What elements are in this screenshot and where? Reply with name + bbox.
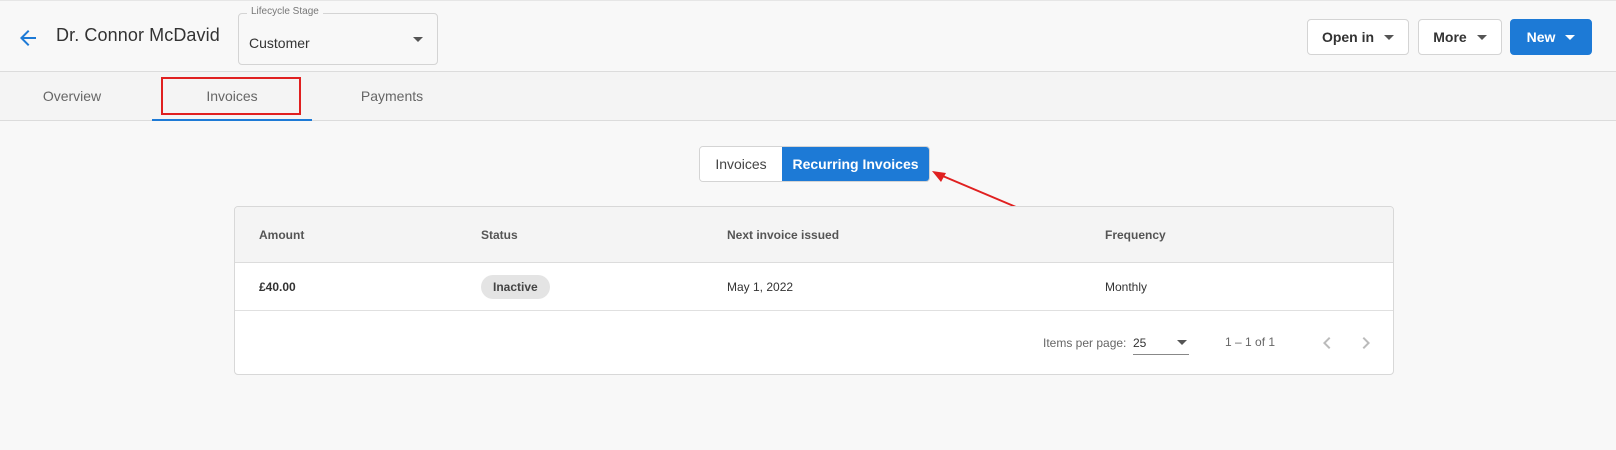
new-button[interactable]: New	[1510, 19, 1592, 55]
caret-down-icon	[1384, 34, 1395, 40]
more-button[interactable]: More	[1418, 19, 1502, 55]
caret-down-icon	[1476, 34, 1487, 40]
column-header-status[interactable]: Status	[481, 228, 518, 242]
chevron-left-icon[interactable]	[1315, 331, 1339, 355]
column-header-frequency[interactable]: Frequency	[1105, 228, 1166, 242]
frequency-cell: Monthly	[1105, 280, 1148, 294]
amount-cell: £40.00	[259, 280, 296, 294]
table-row[interactable]: £40.00 Inactive May 1, 2022 Monthly	[235, 263, 1393, 311]
column-header-amount[interactable]: Amount	[259, 228, 304, 242]
invoices-toggle-button[interactable]: Invoices	[700, 147, 782, 181]
caret-down-icon	[1177, 340, 1187, 345]
open-in-label: Open in	[1321, 29, 1375, 45]
tab-bar: Overview Invoices Payments	[0, 72, 1616, 121]
table-header: Amount Status Next invoice issued Freque…	[235, 207, 1393, 263]
paginator: Items per page: 25 1 – 1 of 1	[235, 311, 1393, 374]
items-per-page-label: Items per page:	[1043, 336, 1127, 350]
recurring-invoices-toggle-button[interactable]: Recurring Invoices	[782, 147, 929, 181]
red-arrow-annotation	[932, 171, 1017, 208]
invoice-type-toggle: Invoices Recurring Invoices	[699, 146, 930, 182]
items-per-page-select[interactable]: 25	[1133, 331, 1189, 355]
top-bar: Dr. Connor McDavid Lifecycle Stage Custo…	[0, 0, 1616, 72]
tab-overview[interactable]: Overview	[20, 72, 124, 120]
lifecycle-stage-value: Customer	[249, 35, 310, 51]
tab-payments[interactable]: Payments	[312, 72, 472, 120]
page-range-label: 1 – 1 of 1	[1225, 335, 1276, 349]
chevron-down-icon	[413, 37, 423, 42]
chevron-right-icon[interactable]	[1354, 331, 1378, 355]
lifecycle-stage-select[interactable]: Lifecycle Stage Customer	[238, 6, 438, 65]
arrow-left-icon[interactable]	[16, 26, 40, 50]
recurring-invoices-table: Amount Status Next invoice issued Freque…	[234, 206, 1394, 375]
new-label: New	[1526, 29, 1556, 45]
next-invoice-cell: May 1, 2022	[727, 280, 794, 294]
open-in-button[interactable]: Open in	[1307, 19, 1409, 55]
items-per-page-value: 25	[1133, 336, 1147, 350]
contact-name: Dr. Connor McDavid	[56, 25, 220, 45]
more-label: More	[1433, 29, 1467, 45]
lifecycle-stage-label: Lifecycle Stage	[247, 6, 323, 17]
caret-down-icon	[1565, 34, 1576, 40]
tab-invoices[interactable]: Invoices	[152, 72, 312, 121]
column-header-next-invoice[interactable]: Next invoice issued	[727, 228, 839, 242]
status-badge: Inactive	[481, 275, 550, 299]
